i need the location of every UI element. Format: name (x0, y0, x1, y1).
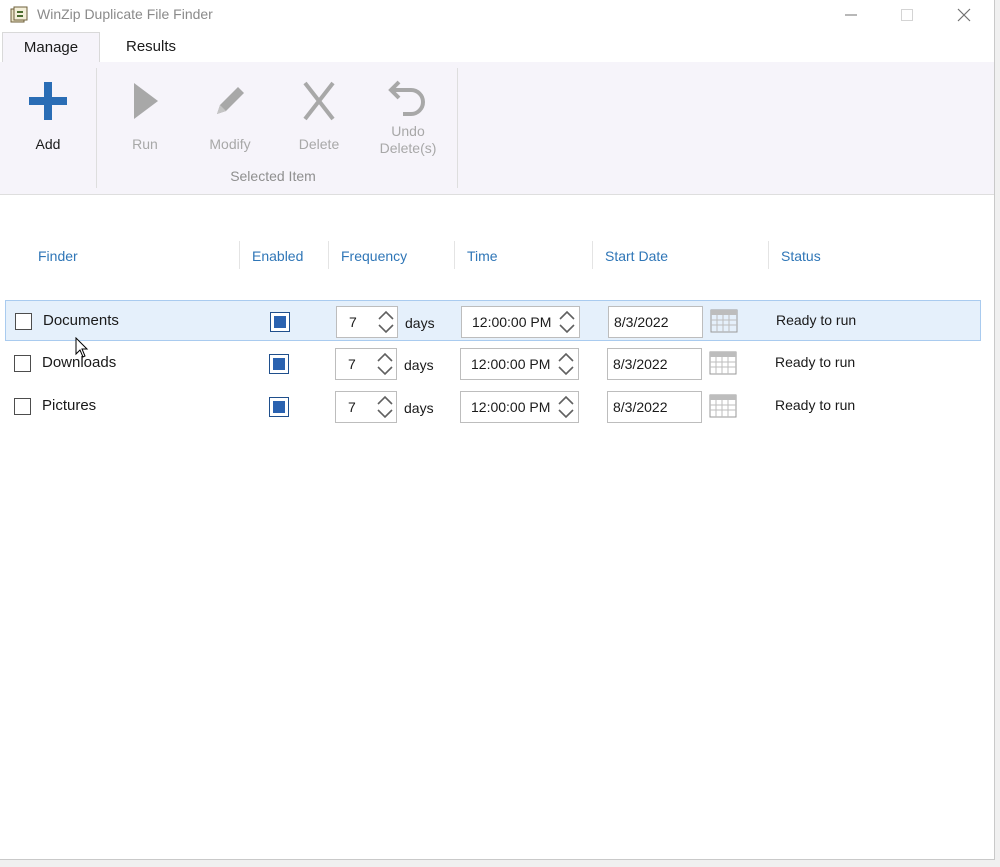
app-window: WinZip Duplicate File Finder Manage Resu… (0, 0, 995, 860)
column-header-frequency[interactable]: Frequency (341, 248, 407, 264)
undo-delete-button-label: Undo Delete(s) (379, 123, 437, 156)
mouse-cursor-icon (75, 337, 89, 358)
x-icon (303, 81, 335, 121)
row-select-checkbox[interactable] (15, 313, 32, 330)
time-value: 12:00:00 PM (471, 356, 551, 372)
frequency-value: 7 (348, 356, 356, 372)
add-button-label: Add (35, 136, 61, 152)
frequency-stepper[interactable]: 7 (335, 348, 397, 380)
close-icon (957, 8, 971, 22)
plus-icon (29, 82, 67, 120)
undo-delete-button[interactable]: Undo Delete(s) (370, 62, 446, 162)
run-button-label: Run (132, 136, 158, 152)
tab-manage[interactable]: Manage (2, 32, 100, 63)
header-divider (592, 241, 593, 269)
start-date-field[interactable]: 8/3/2022 (607, 348, 702, 380)
enabled-checkbox[interactable] (270, 312, 290, 332)
close-button[interactable] (935, 0, 993, 30)
frequency-value: 7 (348, 399, 356, 415)
header-divider (239, 241, 240, 269)
spinner-arrows-icon[interactable] (555, 351, 577, 377)
modify-button-label: Modify (209, 136, 251, 152)
start-date-value: 8/3/2022 (613, 356, 668, 372)
frequency-value: 7 (349, 314, 357, 330)
checkbox-fill (274, 316, 286, 328)
delete-button[interactable]: Delete (284, 62, 354, 162)
finder-row-pictures[interactable]: Pictures 7 days 12:00:00 PM 8/3/2022 Rea… (5, 386, 981, 427)
calendar-icon[interactable] (709, 392, 737, 418)
maximize-icon (901, 9, 913, 21)
column-header-status[interactable]: Status (781, 248, 821, 264)
frequency-unit: days (404, 357, 434, 373)
ribbon-group-label: Selected Item (230, 168, 316, 184)
column-header-enabled[interactable]: Enabled (252, 248, 303, 264)
calendar-icon[interactable] (709, 349, 737, 375)
start-date-value: 8/3/2022 (614, 314, 669, 330)
time-value: 12:00:00 PM (471, 399, 551, 415)
maximize-button[interactable] (878, 0, 936, 30)
spinner-arrows-icon[interactable] (375, 309, 397, 335)
spinner-arrows-icon[interactable] (556, 309, 578, 335)
calendar-icon[interactable] (710, 307, 738, 333)
ribbon-toolbar: Add Run Modify Delete Undo Delete(s) Sel… (0, 62, 994, 195)
ribbon-tabs: Manage Results (0, 32, 994, 63)
column-header-time[interactable]: Time (467, 248, 498, 264)
start-date-field[interactable]: 8/3/2022 (608, 306, 703, 338)
status-text: Ready to run (775, 397, 856, 413)
row-select-checkbox[interactable] (14, 398, 31, 415)
time-picker[interactable]: 12:00:00 PM (460, 391, 579, 423)
checkbox-fill (273, 401, 285, 413)
frequency-unit: days (404, 400, 434, 416)
add-button[interactable]: Add (8, 62, 88, 162)
time-picker[interactable]: 12:00:00 PM (461, 306, 580, 338)
pencil-icon (217, 87, 244, 114)
header-divider (768, 241, 769, 269)
status-text: Ready to run (775, 354, 856, 370)
finder-name: Pictures (42, 397, 97, 414)
spinner-arrows-icon[interactable] (374, 351, 396, 377)
finder-row-downloads[interactable]: Downloads 7 days 12:00:00 PM 8/3/2022 Re… (5, 343, 981, 384)
time-picker[interactable]: 12:00:00 PM (460, 348, 579, 380)
finder-row-documents[interactable]: Documents 7 days 12:00:00 PM 8/3/2022 Re… (5, 300, 981, 341)
column-header-start-date[interactable]: Start Date (605, 248, 668, 264)
checkbox-fill (273, 358, 285, 370)
start-date-field[interactable]: 8/3/2022 (607, 391, 702, 423)
finder-name: Documents (43, 312, 119, 329)
frequency-stepper[interactable]: 7 (335, 391, 397, 423)
winzip-app-icon (10, 6, 28, 23)
spinner-arrows-icon[interactable] (374, 394, 396, 420)
ribbon-separator (96, 68, 97, 188)
minimize-button[interactable] (822, 0, 880, 30)
play-icon (134, 83, 158, 119)
enabled-checkbox[interactable] (269, 397, 289, 417)
minimize-icon (845, 14, 857, 16)
delete-button-label: Delete (298, 136, 340, 152)
modify-button[interactable]: Modify (195, 62, 265, 162)
header-divider (454, 241, 455, 269)
enabled-checkbox[interactable] (269, 354, 289, 374)
run-button[interactable]: Run (110, 62, 180, 162)
start-date-value: 8/3/2022 (613, 399, 668, 415)
ribbon-separator (457, 68, 458, 188)
tab-results[interactable]: Results (104, 32, 198, 62)
status-text: Ready to run (776, 312, 857, 328)
undo-icon (388, 80, 425, 116)
time-value: 12:00:00 PM (472, 314, 552, 330)
spinner-arrows-icon[interactable] (555, 394, 577, 420)
frequency-unit: days (405, 315, 435, 331)
column-header-finder[interactable]: Finder (38, 248, 78, 264)
header-divider (328, 241, 329, 269)
row-select-checkbox[interactable] (14, 355, 31, 372)
title-bar: WinZip Duplicate File Finder (0, 0, 994, 30)
frequency-stepper[interactable]: 7 (336, 306, 398, 338)
window-title: WinZip Duplicate File Finder (37, 6, 213, 22)
